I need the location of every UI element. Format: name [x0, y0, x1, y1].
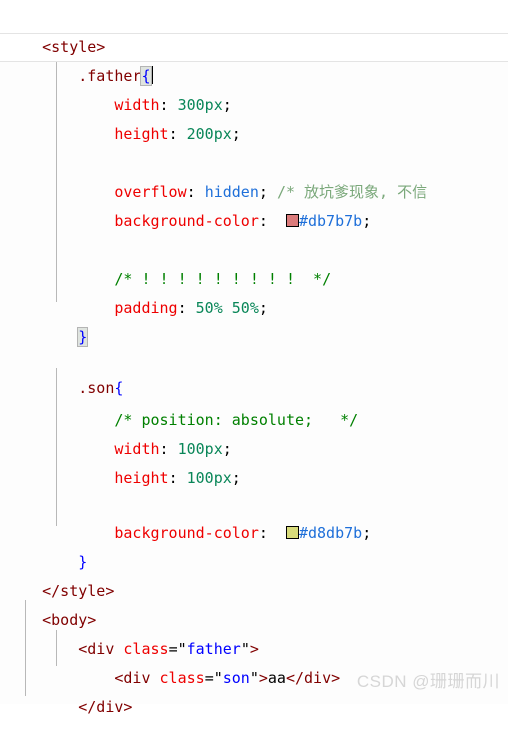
css-value-height: 200px [186, 125, 232, 143]
html-angle-close: > [258, 669, 268, 687]
code-line-father-close[interactable]: } [6, 294, 89, 347]
html-text-content-aa: aa [267, 669, 286, 687]
html-tag-div-close: </div> [78, 698, 133, 716]
code-line-bang-comment[interactable]: /* ! ! ! ! ! ! ! ! ! */ [6, 236, 331, 288]
code-line-father-height[interactable]: height: 200px; [6, 91, 240, 143]
semicolon: ; [362, 524, 372, 542]
semicolon: ; [231, 125, 241, 143]
code-line-son-close[interactable]: } [6, 519, 87, 571]
colon: : [168, 125, 187, 143]
code-line-son-bgcolor[interactable]: background-color: #d8db7b; [6, 490, 371, 542]
semicolon: ; [362, 212, 372, 230]
css-hex-value-father: #db7b7b [298, 212, 363, 230]
html-tag-div-close-inline: </div> [285, 669, 341, 687]
html-quote-open: " [213, 669, 223, 687]
code-line-father-overflow[interactable]: overflow: hidden; /* 放坑爹现象, 不信 [6, 149, 427, 201]
colon: : [258, 212, 277, 230]
css-value-padding: 50% 50% [195, 299, 259, 317]
code-line-style-open[interactable]: <style> [6, 4, 105, 56]
colon: : [168, 469, 187, 487]
code-line-son-height[interactable]: height: 100px; [6, 435, 240, 487]
css-value-height: 100px [186, 469, 232, 487]
css-property-background-color: background-color [114, 524, 259, 542]
code-line-son-width[interactable]: width: 100px; [6, 406, 231, 458]
code-line-father-bgcolor[interactable]: background-color: #db7b7b; [6, 178, 371, 230]
css-property-padding: padding [114, 299, 178, 317]
css-property-height: height [114, 125, 169, 143]
watermark-csdn: CSDN @珊珊而川 [356, 672, 500, 691]
css-property-height: height [114, 469, 169, 487]
colon: : [258, 524, 277, 542]
code-line-body-open[interactable]: <body> [6, 577, 96, 629]
semicolon: ; [258, 299, 268, 317]
semicolon: ; [231, 469, 241, 487]
css-hex-value-son: #d8db7b [298, 524, 363, 542]
colon: : [177, 299, 196, 317]
html-attribute-class: class [159, 669, 205, 687]
color-swatch-icon-father[interactable] [285, 214, 299, 227]
brace-close-father: } [77, 327, 89, 347]
code-line-div-father-close[interactable]: </div> [6, 664, 132, 716]
html-equals: = [204, 669, 214, 687]
html-class-value-son: son [222, 669, 250, 687]
html-quote-close: " [249, 669, 259, 687]
code-line-son-selector[interactable]: .son{ [6, 345, 123, 397]
code-line-father-width[interactable]: width: 300px; [6, 62, 231, 114]
code-line-father-padding[interactable]: padding: 50% 50%; [6, 265, 268, 317]
code-line-div-father-open[interactable]: <div class="father"> [6, 606, 259, 658]
color-swatch-icon-son[interactable] [285, 526, 299, 539]
code-line-style-close[interactable]: </style> [6, 548, 114, 600]
code-line-div-son[interactable]: <div class="son">aa</div> [6, 635, 340, 687]
code-line-son-position-comment[interactable]: /* position: absolute; */ [6, 377, 358, 429]
css-property-background-color: background-color [114, 212, 259, 230]
code-editor[interactable]: <style> .father{ width: 300px; height: 2… [0, 0, 508, 716]
code-line-father-selector[interactable]: .father{ [6, 33, 153, 86]
